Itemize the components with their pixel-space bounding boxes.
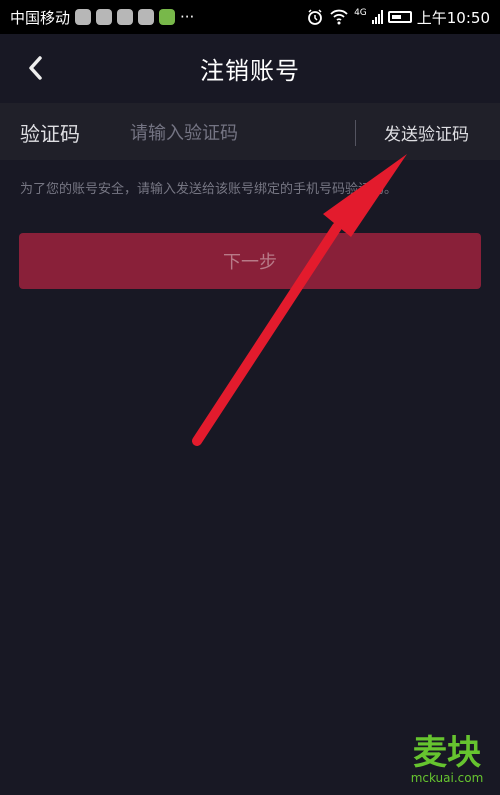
back-button[interactable] xyxy=(18,50,54,86)
status-bar: 中国移动 ··· 4G 上午10:50 xyxy=(0,0,500,34)
watermark-domain: mckuai.com xyxy=(410,771,484,785)
message-notification-icon xyxy=(138,9,155,25)
app-notification-icon xyxy=(75,9,92,25)
status-left: 中国移动 ··· xyxy=(10,7,194,28)
verification-code-row: 验证码 发送验证码 xyxy=(0,103,500,160)
telegram-notification-icon xyxy=(117,9,134,25)
send-code-button[interactable]: 发送验证码 xyxy=(384,120,469,145)
network-type: 4G xyxy=(354,8,367,18)
navigation-bar: 注销账号 xyxy=(0,34,500,102)
clock-time: 上午10:50 xyxy=(416,8,490,27)
carrier-name: 中国移动 xyxy=(10,8,71,27)
chevron-left-icon xyxy=(29,56,42,80)
wechat-notification-icon xyxy=(159,9,176,25)
page-title: 注销账号 xyxy=(200,56,300,85)
verification-code-input[interactable] xyxy=(128,115,347,151)
watermark-logo-text: 麦块 xyxy=(413,733,481,773)
tiktok-notification-icon xyxy=(96,9,113,25)
verification-code-label: 验证码 xyxy=(20,122,80,146)
alarm-icon xyxy=(308,9,322,25)
status-right: 4G 上午10:50 xyxy=(306,7,490,28)
wifi-icon xyxy=(330,9,348,25)
battery-icon xyxy=(387,11,412,23)
security-help-text: 为了您的账号安全，请输入发送给该账号绑定的手机号码验证码。 xyxy=(20,182,398,197)
more-notifications: ··· xyxy=(180,8,195,26)
site-watermark: 麦块 mckuai.com xyxy=(402,733,492,789)
input-divider xyxy=(355,120,356,146)
signal-icon xyxy=(371,10,383,24)
next-step-button[interactable]: 下一步 xyxy=(19,233,481,289)
